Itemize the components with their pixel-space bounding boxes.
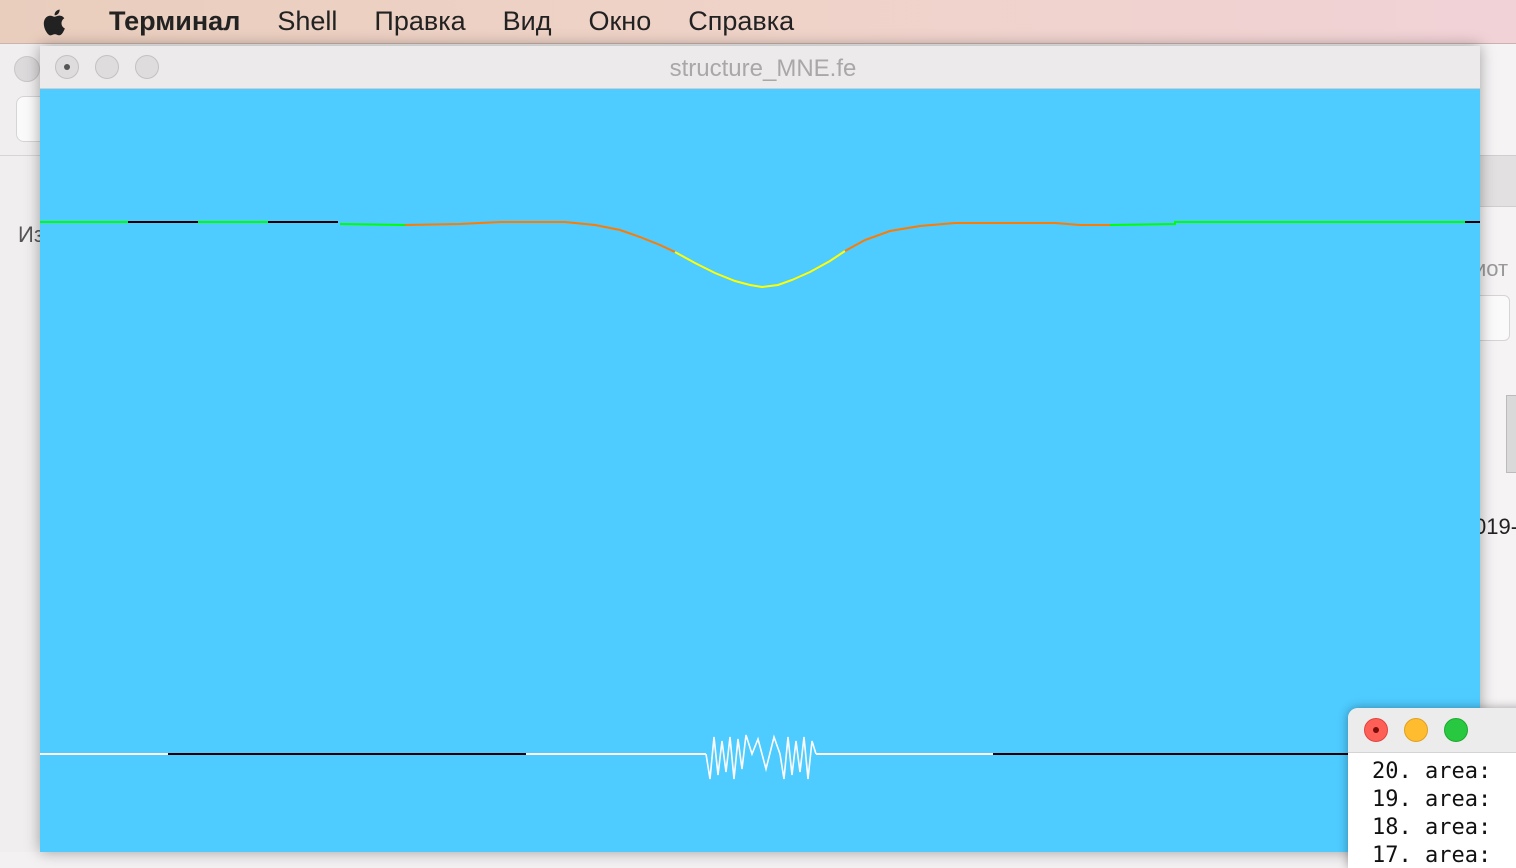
window-titlebar[interactable]: structure_MNE.fe [40, 46, 1480, 89]
terminal-line: 18. area: [1372, 815, 1492, 840]
surface-plot [40, 221, 1480, 780]
terminal-line: 17. area: [1372, 843, 1492, 868]
terminal-minimize-button[interactable] [1404, 718, 1428, 742]
menu-window[interactable]: Окно [588, 6, 651, 37]
background-close-button[interactable] [14, 56, 40, 82]
graphics-canvas[interactable] [40, 89, 1480, 852]
background-window-sidebar [0, 44, 40, 852]
terminal-titlebar[interactable] [1348, 708, 1516, 753]
menu-terminal[interactable]: Терминал [109, 6, 240, 37]
background-date-text: 019- [1474, 514, 1516, 539]
background-toolbar [1480, 155, 1516, 207]
upper-edge-green-right [1109, 221, 1465, 226]
upper-edge-green-3 [339, 223, 406, 226]
menu-shell[interactable]: Shell [277, 6, 337, 37]
menu-help[interactable]: Справка [688, 6, 794, 37]
menu-view[interactable]: Вид [503, 6, 552, 37]
terminal-zoom-button[interactable] [1444, 718, 1468, 742]
evolver-graphics-window: structure_MNE.fe [40, 46, 1480, 852]
terminal-line: 20. area: [1372, 759, 1492, 784]
lower-surface-edges [40, 734, 1480, 780]
terminal-window: 20. area: 19. area: 18. area: 17. area: [1348, 708, 1516, 868]
upper-edge-orange-left [404, 221, 676, 253]
background-thumbnail[interactable] [1506, 395, 1516, 473]
apple-logo-icon[interactable] [39, 6, 71, 38]
terminal-line: 19. area: [1372, 787, 1492, 812]
background-divider [0, 155, 40, 156]
menu-edit[interactable]: Правка [374, 6, 465, 37]
upper-edge-yellow-dip [674, 250, 846, 289]
lower-edge-white-zigzag [705, 734, 817, 780]
upper-surface-edges [40, 221, 1480, 289]
terminal-close-button[interactable] [1364, 718, 1388, 742]
menu-bar: Терминал Shell Правка Вид Окно Справка [0, 0, 1516, 44]
window-title: structure_MNE.fe [669, 55, 857, 82]
upper-edge-orange-right [844, 222, 1110, 252]
